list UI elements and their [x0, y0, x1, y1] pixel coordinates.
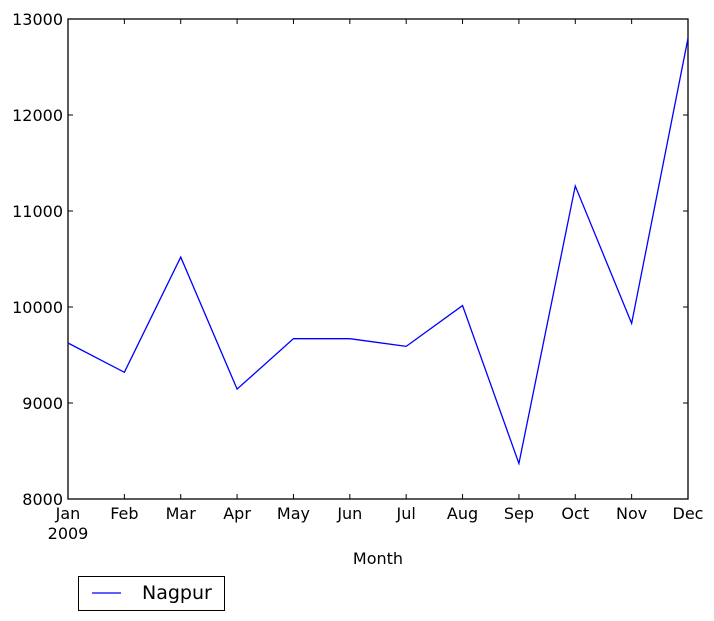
x-tick-label: Aug [447, 504, 478, 523]
plot-area: 8000900010000110001200013000 Jan Feb Mar Ap… [12, 10, 703, 523]
y-tick-label: 9000 [22, 394, 63, 413]
x-tick-label: Mar [166, 504, 197, 523]
y-tick-label: 13000 [12, 10, 63, 29]
y-tick-label: 12000 [12, 106, 63, 125]
x-tick-label: Feb [110, 504, 138, 523]
x-tick-label: May [277, 504, 310, 523]
x-tick-label: Jul [396, 504, 416, 523]
y-tick-label: 11000 [12, 202, 63, 221]
y-axis: 8000900010000110001200013000 [12, 10, 688, 509]
axes-frame [67, 18, 689, 500]
x-tick-label: Nov [616, 504, 647, 523]
x-axis: Jan Feb Mar Apr May Jun Jul Aug Sep Oct Nov Dec [55, 19, 704, 523]
legend: Nagpur [78, 576, 225, 611]
series-line-nagpur [67, 38, 689, 466]
legend-label-nagpur: Nagpur [142, 582, 212, 604]
x-tick-label: Jun [336, 504, 362, 523]
x-tick-label: Sep [504, 504, 534, 523]
x-tick-label: Dec [673, 504, 704, 523]
y-tick-label: 10000 [12, 298, 63, 317]
x-tick-label: Jan [55, 504, 81, 523]
line-chart: 8000900010000110001200013000 Jan Feb Mar Ap… [12, 10, 703, 611]
x-tick-label: Apr [223, 504, 251, 523]
x-tick-label: Oct [561, 504, 589, 523]
x-axis-year-label: 2009 [48, 524, 89, 543]
x-axis-title: Month [353, 549, 403, 568]
series-layer [67, 38, 689, 466]
